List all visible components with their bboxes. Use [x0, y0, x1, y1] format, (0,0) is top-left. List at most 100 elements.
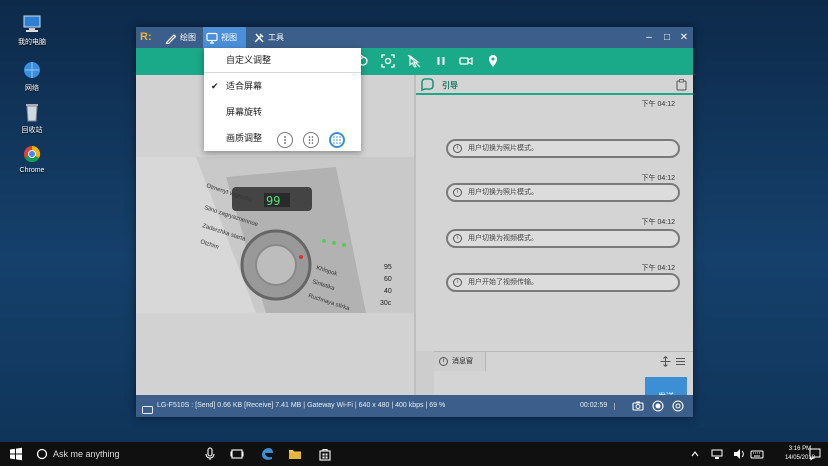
info-icon: i: [453, 188, 462, 197]
task-view-icon[interactable]: [230, 447, 244, 461]
temp-label: 60: [384, 276, 392, 283]
desktop-icon-recycle-bin[interactable]: 回收站: [12, 102, 52, 135]
message-text: 用户切换为视频模式。: [468, 235, 538, 242]
video-icon[interactable]: [459, 54, 473, 68]
location-icon[interactable]: [486, 54, 500, 68]
menu-item-custom-adjust[interactable]: 自定义调整: [204, 48, 361, 73]
recycle-bin-icon: [21, 102, 43, 122]
computer-icon: [21, 14, 43, 34]
edge-icon[interactable]: [260, 447, 274, 461]
record-icon[interactable]: [652, 400, 664, 412]
message-bubble: i 用户切换为视频模式。: [446, 229, 680, 248]
move-icon[interactable]: [660, 356, 671, 367]
clipboard-icon[interactable]: [676, 79, 687, 91]
device-icon: [142, 402, 153, 414]
session-timer: 00:02:59: [580, 402, 608, 409]
guide-header: 引导: [416, 75, 693, 95]
desktop-icon-label: 回收站: [21, 127, 43, 134]
monitor-icon: [206, 31, 218, 44]
message-time: 下午 04:12: [641, 219, 675, 226]
checkmark-icon: ✔: [211, 81, 219, 91]
taskbar: Ask me anything 3:16 PM 14/05/2018: [0, 442, 828, 466]
volume-icon[interactable]: [732, 447, 746, 461]
chrome-icon: [21, 144, 43, 164]
status-divider: [614, 403, 615, 410]
medium-quality-icon[interactable]: [303, 132, 319, 148]
message-time: 下午 04:12: [641, 265, 675, 272]
menu-label: 工具: [268, 33, 284, 42]
menu-view[interactable]: 视图: [203, 27, 246, 48]
desktop-icon-computer[interactable]: 我的电脑: [12, 14, 52, 47]
pencil-icon: [165, 31, 177, 45]
menu-item-quality: 画质调整: [204, 126, 361, 151]
store-icon[interactable]: [318, 447, 332, 461]
view-dropdown-menu: 自定义调整 ✔ 适合屏幕 屏幕旋转 画质调整: [204, 48, 361, 151]
lcd-readout: 99: [266, 194, 280, 208]
microphone-icon[interactable]: [203, 447, 217, 461]
message-time: 下午 04:12: [641, 175, 675, 182]
menu-item-rotate-screen[interactable]: 屏幕旋转: [204, 100, 361, 125]
screenshot-icon[interactable]: [381, 54, 395, 68]
temp-label: 95: [384, 264, 392, 271]
message-bubble: i 用户切换为照片模式。: [446, 183, 680, 202]
cortana-search-input[interactable]: Ask me anything: [53, 442, 120, 466]
menu-draw[interactable]: 绘图: [162, 27, 202, 48]
camera-icon[interactable]: [632, 400, 644, 412]
message-time: 下午 04:12: [641, 101, 675, 108]
menu-tools[interactable]: 工具: [250, 27, 290, 48]
collapse-strip: [416, 351, 434, 395]
menu-item-label: 画质调整: [226, 133, 263, 143]
windows-start-icon[interactable]: [9, 447, 23, 461]
desktop-icon-label: 网络: [25, 85, 39, 92]
maximize-button[interactable]: □: [659, 27, 675, 48]
file-explorer-icon[interactable]: [288, 447, 302, 461]
guide-title: 引导: [442, 81, 458, 90]
menu-item-label: 适合屏幕: [226, 81, 263, 91]
temp-label: 40: [384, 288, 392, 295]
menu-item-label: 屏幕旋转: [226, 107, 263, 117]
message-bubble: i 用户开始了视频传输。: [446, 273, 680, 292]
tools-icon: [253, 31, 265, 43]
network-tray-icon[interactable]: [710, 447, 724, 461]
message-text: 用户切换为照片模式。: [468, 145, 538, 152]
remote-camera-image: 99 Otmenyt vzgruzku Silno zagryaznennoe …: [136, 157, 414, 313]
desktop-icon-network[interactable]: 网络: [12, 60, 52, 93]
app-logo-icon: R:: [140, 31, 152, 43]
search-icon[interactable]: [35, 447, 49, 461]
menu-label: 绘图: [180, 33, 196, 42]
message-box-header: i 消息窗: [434, 351, 693, 371]
network-icon: [21, 60, 43, 80]
menu-item-label: 自定义调整: [226, 55, 272, 65]
pause-icon[interactable]: [434, 54, 448, 68]
show-hidden-icons-icon[interactable]: [688, 447, 702, 461]
guide-panel: 引导 下午 04:12 i 用户切换为照片模式。 下午 04:12 i 用户切换…: [416, 75, 693, 417]
close-button[interactable]: ✕: [676, 27, 692, 48]
info-icon: i: [453, 234, 462, 243]
status-bar: LG-F510S : [Send] 0.66 KB [Receive] 7.41…: [136, 395, 693, 417]
desktop-icon-label: 我的电脑: [18, 39, 46, 46]
message-bubble: i 用户切换为照片模式。: [446, 139, 680, 158]
title-bar: R: 绘图 视图 工具 ‒ □ ✕: [136, 27, 693, 48]
info-icon: i: [453, 144, 462, 153]
desktop-icon-chrome[interactable]: Chrome: [12, 144, 52, 174]
low-quality-icon[interactable]: [277, 132, 293, 148]
notification-center-icon[interactable]: [808, 447, 822, 461]
desktop-icon-label: Chrome: [19, 167, 45, 174]
info-icon: i: [453, 278, 462, 287]
settings-icon[interactable]: [672, 400, 684, 412]
message-box-tab-label: 消息窗: [452, 358, 473, 365]
keyboard-icon[interactable]: [750, 447, 764, 461]
temp-label: 30c: [380, 300, 392, 307]
list-menu-icon[interactable]: [676, 357, 685, 366]
message-box-tab[interactable]: i 消息窗: [434, 352, 486, 371]
status-text: LG-F510S : [Send] 0.66 KB [Receive] 7.41…: [157, 402, 446, 409]
minimize-button[interactable]: ‒: [641, 27, 657, 48]
message-text: 用户开始了视频传输。: [468, 279, 538, 286]
pointer-off-icon[interactable]: [407, 54, 421, 68]
message-text: 用户切换为照片模式。: [468, 189, 538, 196]
menu-label: 视图: [221, 33, 237, 42]
guide-icon: [420, 78, 434, 92]
high-quality-icon[interactable]: [329, 132, 345, 148]
menu-item-fit-screen[interactable]: ✔ 适合屏幕: [204, 74, 361, 99]
info-icon: i: [439, 357, 448, 366]
